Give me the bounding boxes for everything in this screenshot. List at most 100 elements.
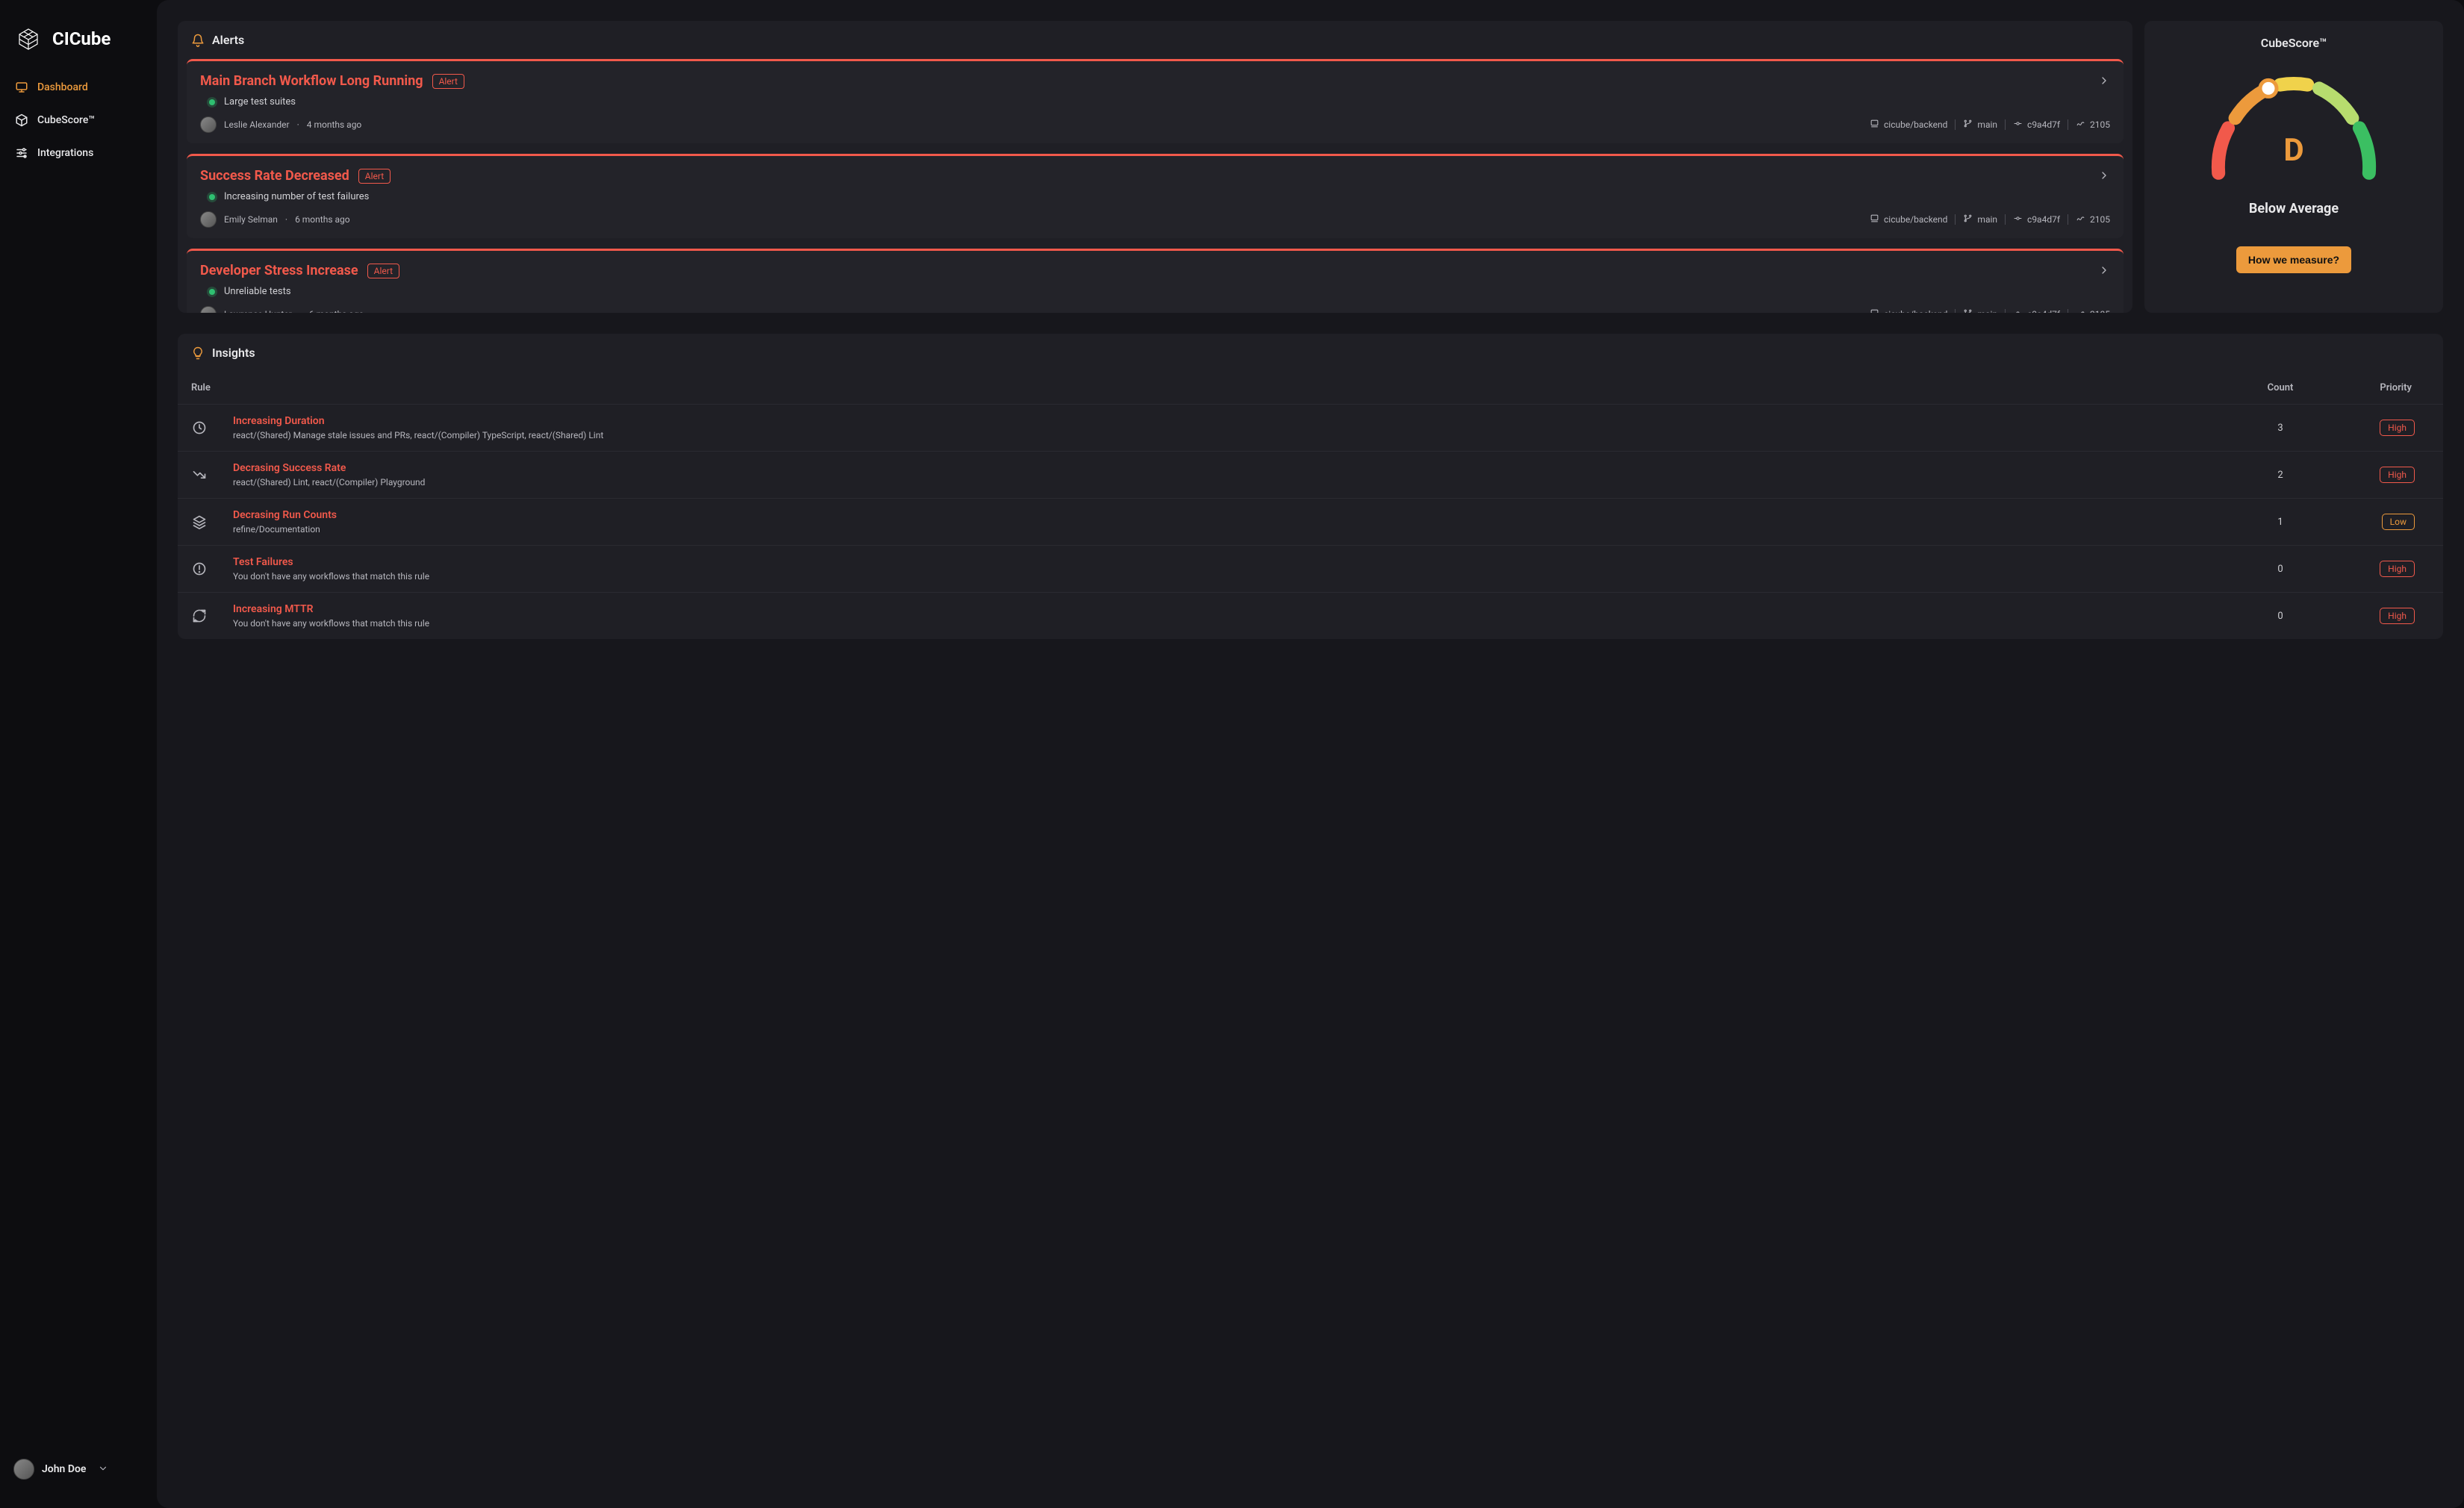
rule-name: Decrasing Success Rate xyxy=(233,462,2236,474)
chevron-right-icon[interactable] xyxy=(2098,264,2110,279)
rule-desc: You don't have any workflows that match … xyxy=(233,571,2236,582)
nav-item-label: CubeScore™ xyxy=(37,114,95,126)
insights-title: Insights xyxy=(212,346,255,360)
alert-time: 4 months ago xyxy=(307,119,362,130)
rule-count: 0 xyxy=(2236,564,2325,575)
insights-row[interactable]: Decrasing Success Rate react/(Shared) Li… xyxy=(178,451,2443,498)
nav: Dashboard CubeScore™ Integrations xyxy=(0,72,157,169)
alert-subtitle-row: Increasing number of test failures xyxy=(200,191,2110,202)
avatar xyxy=(200,306,217,313)
rule-count: 0 xyxy=(2236,611,2325,622)
refresh-icon xyxy=(191,608,208,624)
insights-row[interactable]: Test Failures You don't have any workflo… xyxy=(178,545,2443,592)
insights-table-head: Rule Count Priority xyxy=(178,372,2443,404)
main: Alerts Main Branch Workflow Long Running… xyxy=(157,0,2464,1508)
trend-down-icon xyxy=(191,467,208,483)
insights-panel: Insights Rule Count Priority Increasing … xyxy=(178,334,2443,639)
alert-badge: Alert xyxy=(432,74,464,89)
alert-title: Developer Stress Increase xyxy=(200,263,358,278)
run-icon xyxy=(2076,214,2085,225)
rule-name: Increasing Duration xyxy=(233,415,2236,427)
priority-badge: Low xyxy=(2382,514,2415,530)
nav-item-dashboard[interactable]: Dashboard xyxy=(7,72,149,103)
alert-badge: Alert xyxy=(367,264,399,278)
repo-icon xyxy=(1870,308,1879,313)
alert-commit: c9a4d7f xyxy=(2013,119,2060,131)
cubescore-gauge: D xyxy=(2197,71,2391,183)
cubescore-label: Below Average xyxy=(2249,201,2339,216)
alerts-header: Alerts xyxy=(178,21,2132,59)
alert-run: 2105 xyxy=(2076,119,2110,131)
alert-time: 6 months ago xyxy=(309,309,364,313)
nav-item-label: Integrations xyxy=(37,147,93,159)
alert-item[interactable]: Main Branch Workflow Long Running Alert … xyxy=(187,59,2124,143)
commit-icon xyxy=(2013,308,2023,313)
layers-icon xyxy=(191,514,208,530)
cubescore-panel: CubeScore™ D Below Average How we measur… xyxy=(2144,21,2443,313)
rule-desc: refine/Documentation xyxy=(233,524,2236,535)
repo-icon xyxy=(1870,214,1879,225)
user-name: John Doe xyxy=(42,1463,86,1475)
avatar xyxy=(200,116,217,133)
alert-subtitle: Unreliable tests xyxy=(224,286,291,297)
avatar xyxy=(200,211,217,228)
how-we-measure-button[interactable]: How we measure? xyxy=(2236,246,2351,273)
insights-row[interactable]: Increasing Duration react/(Shared) Manag… xyxy=(178,404,2443,451)
sidebar: CICube Dashboard CubeScore™ Integrations… xyxy=(0,0,157,1508)
alert-subtitle-row: Unreliable tests xyxy=(200,286,2110,297)
user-menu[interactable]: John Doe xyxy=(0,1448,157,1490)
alert-author: Leslie Alexander xyxy=(224,119,290,130)
alert-author: Lawrence Hunter xyxy=(224,309,292,313)
insights-row[interactable]: Decrasing Run Counts refine/Documentatio… xyxy=(178,498,2443,545)
priority-badge: High xyxy=(2380,467,2415,483)
alert-author: Emily Selman xyxy=(224,214,278,225)
rule-count: 1 xyxy=(2236,517,2325,528)
brand-logo-icon xyxy=(13,24,43,54)
alert-repo: cicube/backend xyxy=(1870,308,1947,313)
branch-icon xyxy=(1963,214,1973,225)
alert-item[interactable]: Success Rate Decreased Alert Increasing … xyxy=(187,154,2124,238)
alert-subtitle: Large test suites xyxy=(224,96,296,108)
lightbulb-icon xyxy=(191,346,205,360)
branch-icon xyxy=(1963,119,1973,131)
rule-name: Test Failures xyxy=(233,556,2236,568)
sliders-icon xyxy=(15,146,28,160)
chevron-right-icon[interactable] xyxy=(2098,169,2110,184)
rule-desc: react/(Shared) Lint, react/(Compiler) Pl… xyxy=(233,477,2236,487)
rule-count: 3 xyxy=(2236,423,2325,434)
priority-badge: High xyxy=(2380,561,2415,577)
rule-name: Decrasing Run Counts xyxy=(233,509,2236,521)
repo-icon xyxy=(1870,119,1879,131)
nav-item-cubescore[interactable]: CubeScore™ xyxy=(7,105,149,136)
nav-item-integrations[interactable]: Integrations xyxy=(7,137,149,169)
chevron-right-icon[interactable] xyxy=(2098,75,2110,90)
alert-title: Success Rate Decreased xyxy=(200,168,349,184)
rule-name: Increasing MTTR xyxy=(233,603,2236,615)
alert-commit: c9a4d7f xyxy=(2013,308,2060,313)
status-dot-icon xyxy=(209,99,215,105)
alert-run: 2105 xyxy=(2076,214,2110,225)
alert-item[interactable]: Developer Stress Increase Alert Unreliab… xyxy=(187,249,2124,313)
alerts-panel: Alerts Main Branch Workflow Long Running… xyxy=(178,21,2132,313)
priority-badge: High xyxy=(2380,420,2415,436)
alerts-title: Alerts xyxy=(212,33,244,47)
brand: CICube xyxy=(0,18,157,72)
alerts-list[interactable]: Main Branch Workflow Long Running Alert … xyxy=(178,59,2132,313)
cubescore-grade: D xyxy=(2197,132,2391,169)
alert-title: Main Branch Workflow Long Running xyxy=(200,73,423,89)
alert-subtitle: Increasing number of test failures xyxy=(224,191,369,202)
alert-time: 6 months ago xyxy=(295,214,350,225)
insights-row[interactable]: Increasing MTTR You don't have any workf… xyxy=(178,592,2443,639)
insights-table: Rule Count Priority Increasing Duration … xyxy=(178,372,2443,639)
insights-header: Insights xyxy=(178,334,2443,372)
rule-count: 2 xyxy=(2236,470,2325,481)
monitor-icon xyxy=(15,81,28,94)
rule-desc: You don't have any workflows that match … xyxy=(233,618,2236,629)
commit-icon xyxy=(2013,214,2023,225)
col-count: Count xyxy=(2236,382,2325,393)
alert-branch: main xyxy=(1963,308,1997,313)
alert-run: 2105 xyxy=(2076,308,2110,313)
brand-name: CICube xyxy=(52,28,111,49)
clock-icon xyxy=(191,420,208,436)
col-priority: Priority xyxy=(2325,382,2430,393)
